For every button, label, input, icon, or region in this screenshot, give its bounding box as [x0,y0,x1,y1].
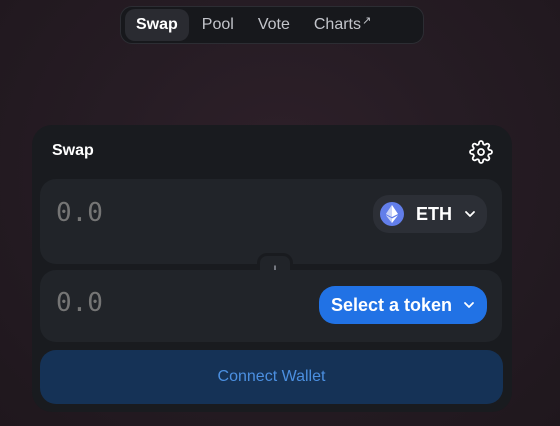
nav-tab-swap[interactable]: Swap [125,9,189,41]
swap-card-title: Swap [52,142,94,159]
input-amount-field[interactable] [56,198,256,228]
chevron-down-icon [464,302,474,308]
output-panel: Select a token [40,270,502,342]
input-token-selector[interactable]: ETH [373,195,487,233]
select-token-button[interactable]: Select a token [319,286,487,324]
nav-tab-vote[interactable]: Vote [247,9,301,41]
external-link-icon: ↗ [361,14,372,27]
nav-tab-vote-label: Vote [257,16,290,33]
nav-tab-swap-label: Swap [136,16,178,33]
input-token-symbol: ETH [416,203,452,224]
nav-tab-charts-label: Charts [313,16,361,33]
connect-wallet-label: Connect Wallet [217,368,326,385]
swap-card: Swap ETH [32,125,512,412]
input-panel: ETH [40,179,502,264]
chevron-down-icon [465,211,475,217]
nav-tab-pool[interactable]: Pool [191,9,245,41]
nav-tab-charts[interactable]: Charts ↗ [303,9,382,41]
ethereum-icon [380,202,404,226]
output-amount-field[interactable] [56,288,256,318]
gear-icon[interactable] [469,140,493,164]
connect-wallet-button[interactable]: Connect Wallet [40,350,503,404]
nav-tab-pool-label: Pool [201,16,234,33]
select-token-label: Select a token [331,294,453,315]
top-nav: Swap Pool Vote Charts ↗ [120,6,424,44]
